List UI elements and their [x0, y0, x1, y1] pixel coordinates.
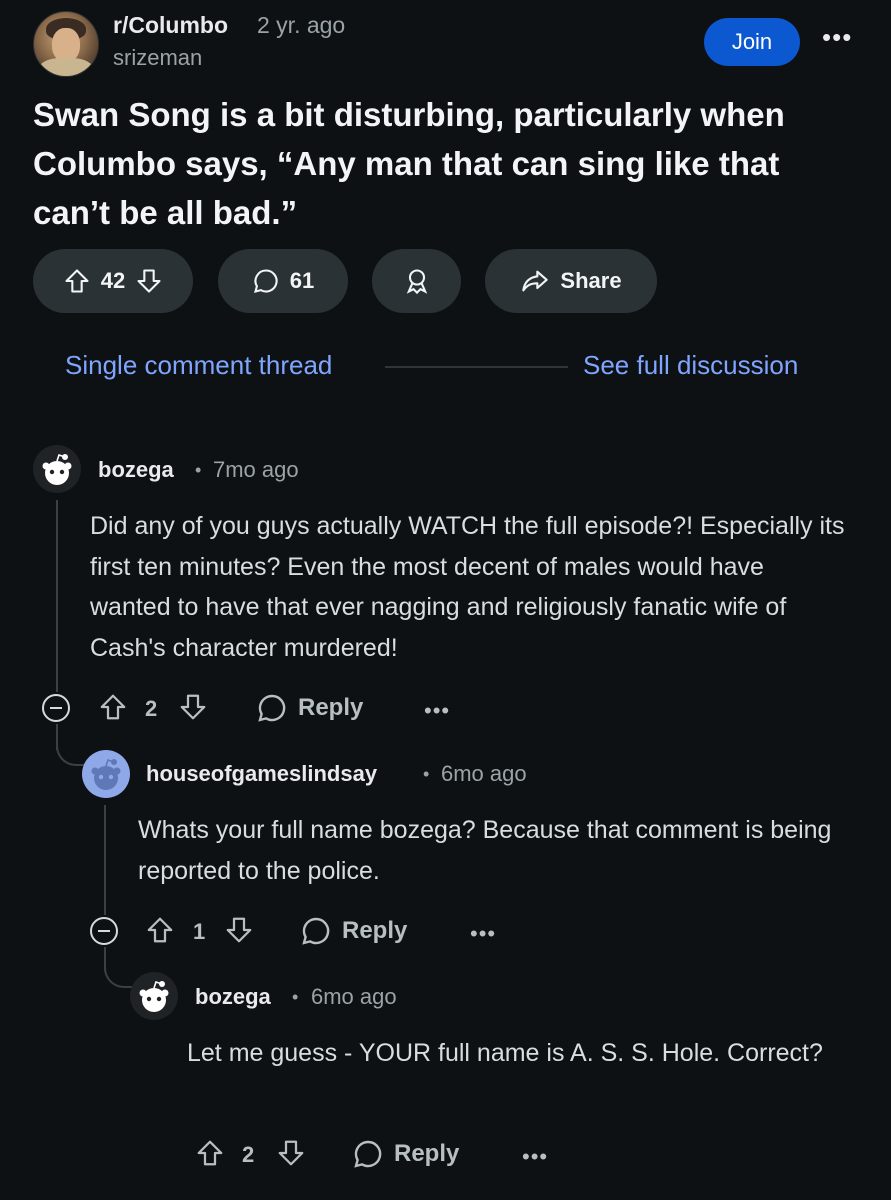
downvote-icon[interactable] — [135, 267, 163, 295]
reply-label: Reply — [342, 917, 408, 944]
thread-divider — [385, 366, 568, 368]
comment-count: 61 — [289, 268, 315, 293]
more-button[interactable]: ••• — [470, 921, 496, 947]
avatar[interactable] — [130, 972, 178, 1020]
thread-line — [104, 805, 106, 915]
comments-button[interactable]: 61 — [218, 249, 348, 313]
collapse-button[interactable] — [90, 917, 118, 945]
reply-connector — [104, 962, 132, 988]
comment-time: 7mo ago — [213, 457, 299, 482]
comment-icon — [354, 1140, 382, 1168]
share-icon — [520, 267, 550, 295]
comment-author[interactable]: bozega — [195, 984, 271, 1010]
separator-dot: • — [292, 987, 299, 1007]
share-label: Share — [560, 268, 622, 293]
upvote-icon[interactable] — [98, 692, 128, 727]
comment-body: Let me guess - YOUR full name is A. S. S… — [187, 1039, 823, 1067]
comment-icon — [302, 917, 330, 945]
snoo-icon — [42, 453, 72, 485]
reply-button[interactable]: Reply — [352, 1138, 459, 1170]
avatar[interactable] — [33, 445, 81, 493]
downvote-icon[interactable] — [276, 1138, 306, 1173]
upvote-icon[interactable] — [195, 1138, 225, 1173]
collapse-button[interactable] — [42, 694, 70, 722]
downvote-icon[interactable] — [178, 692, 208, 727]
comment-icon — [252, 267, 280, 295]
reply-button[interactable]: Reply — [300, 915, 407, 947]
reply-button[interactable]: Reply — [256, 692, 363, 724]
separator-dot: • — [423, 764, 430, 784]
see-full-discussion-link[interactable]: See full discussion — [583, 350, 798, 381]
award-icon — [403, 267, 431, 295]
reply-label: Reply — [394, 1140, 460, 1167]
comment-body: Did any of you guys actually WATCH the f… — [90, 512, 845, 662]
reply-label: Reply — [298, 694, 364, 721]
vote-pill: 42 — [33, 249, 193, 313]
subreddit-avatar[interactable] — [33, 11, 99, 77]
thread-line — [56, 500, 58, 692]
snoo-icon — [139, 980, 169, 1012]
vote-count: 2 — [145, 696, 158, 721]
vote-count: 2 — [242, 1142, 255, 1167]
vote-count: 42 — [100, 268, 126, 293]
separator-dot: • — [195, 460, 202, 480]
vote-count: 1 — [193, 919, 206, 944]
subreddit-name[interactable]: r/Columbo — [113, 12, 228, 39]
post-author[interactable]: srizeman — [113, 45, 202, 71]
comment-icon — [258, 694, 286, 722]
upvote-icon[interactable] — [145, 915, 175, 950]
more-button[interactable]: ••• — [522, 1144, 548, 1170]
post-more-button[interactable]: ••• — [822, 22, 852, 53]
single-comment-thread-link[interactable]: Single comment thread — [65, 350, 332, 381]
downvote-icon[interactable] — [224, 915, 254, 950]
share-button[interactable]: Share — [485, 249, 657, 313]
post-time: 2 yr. ago — [257, 12, 346, 38]
reply-connector — [56, 740, 84, 766]
upvote-icon[interactable] — [63, 267, 91, 295]
join-button[interactable]: Join — [704, 18, 800, 66]
comment-time: 6mo ago — [441, 761, 527, 786]
comment-time: 6mo ago — [311, 984, 397, 1009]
avatar[interactable] — [82, 750, 130, 798]
comment-author[interactable]: houseofgameslindsay — [146, 761, 377, 787]
post-title: Swan Song is a bit disturbing, particula… — [33, 96, 785, 231]
award-button[interactable] — [372, 249, 461, 313]
comment-body: Whats your full name bozega? Because tha… — [138, 816, 832, 885]
snoo-icon — [91, 758, 121, 790]
more-button[interactable]: ••• — [424, 698, 450, 724]
comment-author[interactable]: bozega — [98, 457, 174, 483]
